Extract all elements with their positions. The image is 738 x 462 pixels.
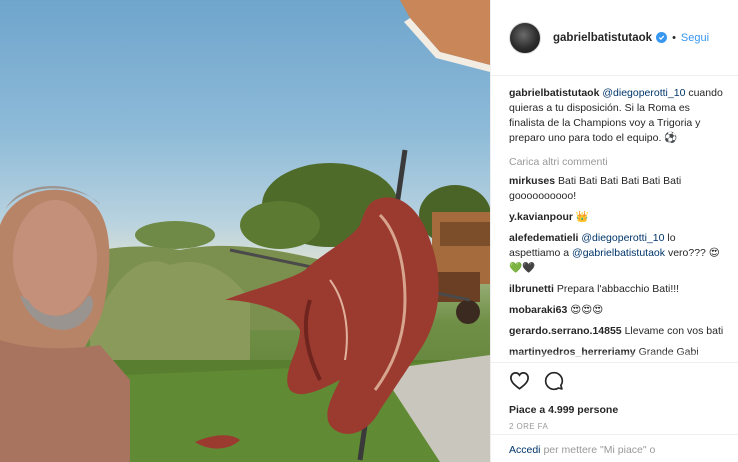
likes-count[interactable]: Piace a 4.999 persone bbox=[509, 404, 721, 416]
follow-button[interactable]: Segui bbox=[681, 32, 709, 44]
avatar[interactable] bbox=[509, 21, 541, 54]
comment-list[interactable]: gabrielbatistutaok @diegoperotti_10 cuan… bbox=[491, 76, 738, 361]
comment-text: Llevame con vos bati bbox=[624, 325, 724, 337]
instagram-post: gabrielbatistutaok • Segui gabrielbatist… bbox=[0, 0, 738, 462]
caption-mention[interactable]: @diegoperotti_10 bbox=[602, 87, 685, 99]
comment-username[interactable]: ilbrunetti bbox=[509, 283, 554, 295]
comment-username[interactable]: alefedematieli bbox=[509, 232, 578, 244]
login-link[interactable]: Accedi bbox=[509, 444, 541, 456]
comment-mention[interactable]: @diegoperotti_10 bbox=[581, 232, 664, 244]
comment-list-fade bbox=[491, 351, 738, 361]
list-item: mobaraki63 😍😍😍 bbox=[509, 303, 724, 318]
heart-icon[interactable] bbox=[509, 371, 530, 393]
list-item: gerardo.serrano.14855 Llevame con vos ba… bbox=[509, 324, 724, 339]
post-header: gabrielbatistutaok • Segui bbox=[491, 0, 738, 76]
comment-username[interactable]: mirkuses bbox=[509, 175, 555, 187]
comment-username[interactable]: gerardo.serrano.14855 bbox=[509, 325, 622, 337]
list-item: ilbrunetti Prepara l'abbacchio Bati!!! bbox=[509, 282, 724, 297]
caption: gabrielbatistutaok @diegoperotti_10 cuan… bbox=[509, 86, 724, 146]
post-photo-illustration bbox=[0, 0, 490, 462]
header-username[interactable]: gabrielbatistutaok bbox=[553, 32, 652, 44]
comment-text: 😍😍😍 bbox=[570, 304, 604, 316]
list-item: mirkuses Bati Bati Bati Bati Bati Bati g… bbox=[509, 174, 724, 204]
header-separator: • bbox=[672, 31, 676, 44]
list-item: y.kavianpour 👑 bbox=[509, 210, 724, 225]
comment-icon[interactable] bbox=[544, 371, 564, 394]
list-item: alefedematieli @diegoperotti_10 lo aspet… bbox=[509, 231, 724, 276]
login-prompt: Accedi per mettere "Mi piace" o bbox=[491, 434, 738, 462]
comment-text: Prepara l'abbacchio Bati!!! bbox=[556, 283, 680, 295]
comment-mention[interactable]: @gabrielbatistutaok bbox=[572, 247, 665, 259]
load-more-comments-link[interactable]: Carica altri commenti bbox=[509, 156, 724, 168]
comment-text: 👑 bbox=[575, 211, 589, 223]
login-prompt-text: per mettere "Mi piace" o bbox=[543, 444, 656, 456]
verified-badge-icon bbox=[656, 32, 668, 43]
comment-username[interactable]: mobaraki63 bbox=[509, 304, 567, 316]
post-timestamp: 2 ORE FA bbox=[509, 422, 549, 431]
post-actions-area: Piace a 4.999 persone 2 ORE FA bbox=[491, 362, 738, 434]
comment-username[interactable]: y.kavianpour bbox=[509, 211, 573, 223]
caption-username[interactable]: gabrielbatistutaok bbox=[509, 87, 599, 99]
post-actions bbox=[509, 371, 721, 393]
post-sidebar: gabrielbatistutaok • Segui gabrielbatist… bbox=[490, 0, 738, 462]
post-photo[interactable] bbox=[0, 0, 490, 462]
